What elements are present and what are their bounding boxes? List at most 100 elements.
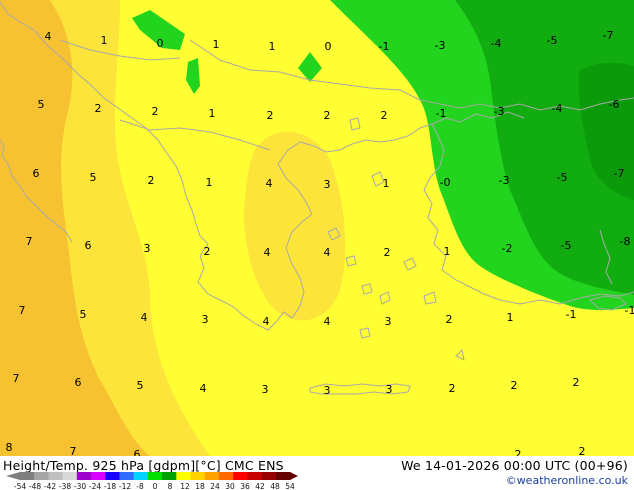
temperature-value-label: 1: [209, 107, 216, 120]
scale-tick-label: -12: [119, 482, 131, 490]
temperature-value-label: 4: [200, 382, 207, 395]
scale-tick-label: 24: [210, 482, 220, 490]
temperature-value-label: 4: [266, 177, 273, 190]
scale-tick-label: 54: [285, 482, 295, 490]
scale-swatch: [190, 472, 206, 480]
temperature-value-label: -3: [499, 174, 510, 187]
scale-tick-label: -38: [59, 482, 71, 490]
temperature-value-label: -3: [435, 39, 446, 52]
temperature-value-label: 1: [507, 311, 514, 324]
temperature-value-label: -1: [436, 107, 447, 120]
temperature-value-label: 1: [206, 176, 213, 189]
temperature-value-label: 1: [269, 40, 276, 53]
temperature-value-label: 3: [386, 383, 393, 396]
scale-tick-label: 42: [255, 482, 265, 490]
temperature-value-label: 2: [324, 109, 331, 122]
temperature-value-label: 8: [6, 441, 13, 454]
temperature-value-label: 2: [204, 245, 211, 258]
scale-swatch: [133, 472, 149, 480]
scale-swatch: [275, 472, 291, 480]
scale-tick-label: 12: [180, 482, 190, 490]
temperature-value-label: 5: [90, 171, 97, 184]
temperature-value-label: 4: [324, 315, 331, 328]
temperature-value-label: 5: [80, 308, 87, 321]
scale-swatch: [119, 472, 134, 480]
temperature-value-label: 2: [579, 445, 586, 456]
scale-tick-label: -42: [44, 482, 56, 490]
scale-swatch: [176, 472, 191, 480]
scale-swatch: [147, 472, 163, 480]
temperature-value-label: 5: [137, 379, 144, 392]
valid-time: We 14-01-2026 00:00 UTC (00+96): [401, 458, 628, 473]
temperature-value-label: 7: [19, 304, 26, 317]
scale-swatch: [76, 472, 92, 480]
temperature-value-label: 2: [152, 105, 159, 118]
scale-swatch: [261, 472, 277, 480]
temperature-value-label: 1: [444, 245, 451, 258]
scale-tick-label: -18: [104, 482, 116, 490]
temperature-value-label: 3: [324, 384, 331, 397]
temperature-value-label: 2: [267, 109, 274, 122]
temperature-value-label: -5: [547, 34, 558, 47]
temperature-value-label: 2: [381, 109, 388, 122]
temperature-value-label: -0: [440, 176, 451, 189]
temperature-value-label: 3: [144, 242, 151, 255]
temperature-value-label: -8: [620, 235, 631, 248]
scale-tick-label: 48: [270, 482, 280, 490]
temperature-value-label: 4: [141, 311, 148, 324]
temperature-value-label: 4: [324, 246, 331, 259]
temperature-value-label: 6: [75, 376, 82, 389]
info-bar: Height/Temp. 925 hPa [gdpm][°C] CMC ENS …: [0, 456, 634, 490]
temperature-value-label: 6: [85, 239, 92, 252]
temperature-value-label: 4: [263, 315, 270, 328]
temperature-value-label: -1: [566, 308, 577, 321]
scale-swatch: [247, 472, 262, 480]
scale-tick-label: -8: [136, 482, 144, 490]
temperature-value-label: 0: [325, 40, 332, 53]
temperature-value-label: 0: [157, 37, 164, 50]
temperature-value-label: 6: [134, 448, 141, 456]
temperature-value-label: -4: [491, 37, 502, 50]
scale-swatch: [62, 472, 78, 480]
temperature-value-label: 1: [101, 34, 108, 47]
temperature-value-label: -7: [614, 167, 625, 180]
scale-swatch: [218, 472, 234, 480]
temperature-value-label: 2: [449, 382, 456, 395]
scale-swatch: [48, 472, 63, 480]
temperature-value-label: 5: [38, 98, 45, 111]
scale-tick-label: 36: [240, 482, 250, 490]
scale-tick-label: 0: [153, 482, 158, 490]
scale-tick-label: 8: [168, 482, 173, 490]
scale-swatch: [204, 472, 220, 480]
temperature-value-label: 3: [324, 178, 331, 191]
temperature-value-label: 2: [573, 376, 580, 389]
temperature-value-label: -5: [561, 239, 572, 252]
temperature-value-label: 3: [385, 315, 392, 328]
temperature-value-label: 1: [213, 38, 220, 51]
scale-tick-label: -54: [14, 482, 26, 490]
scale-swatch: [162, 472, 177, 480]
color-scale-legend: -54 -48 -42 -38 -30 -24 -18 -12 -8 0 8 12 18 24 30 36 42…: [6, 472, 298, 490]
scale-swatch: [20, 472, 35, 480]
temperature-value-label: 2: [515, 448, 522, 456]
temperature-value-label: -1: [379, 40, 390, 53]
temperature-value-label: 3: [262, 383, 269, 396]
temperature-value-label: -2: [502, 242, 513, 255]
scale-swatch: [91, 472, 106, 480]
temperature-value-label: -4: [552, 102, 563, 115]
map-viewer: 4 1 0 1 1 0 -1 -3 -4 -5 -7 5 2 2 1 2 2 2 -1 -3 -4 -6 6 5 2 1 4 3 1 -0…: [0, 0, 634, 490]
scale-swatch: [34, 472, 49, 480]
scale-arrow-left: [6, 472, 20, 480]
temperature-value-label: 2: [511, 379, 518, 392]
scale-tick-label: -48: [29, 482, 41, 490]
scale-swatch: [233, 472, 248, 480]
temperature-value-label: 2: [446, 313, 453, 326]
temperature-value-label: 1: [383, 177, 390, 190]
temperature-map[interactable]: 4 1 0 1 1 0 -1 -3 -4 -5 -7 5 2 2 1 2 2 2 -1 -3 -4 -6 6 5 2 1 4 3 1 -0…: [0, 0, 634, 456]
temperature-value-label: -6: [609, 98, 620, 111]
temperature-value-label: 6: [33, 167, 40, 180]
color-scale-bars: [6, 472, 298, 480]
temperature-value-label: -5: [557, 171, 568, 184]
credit-link[interactable]: ©weatheronline.co.uk: [506, 474, 628, 487]
temperature-value-label: 7: [70, 445, 77, 456]
